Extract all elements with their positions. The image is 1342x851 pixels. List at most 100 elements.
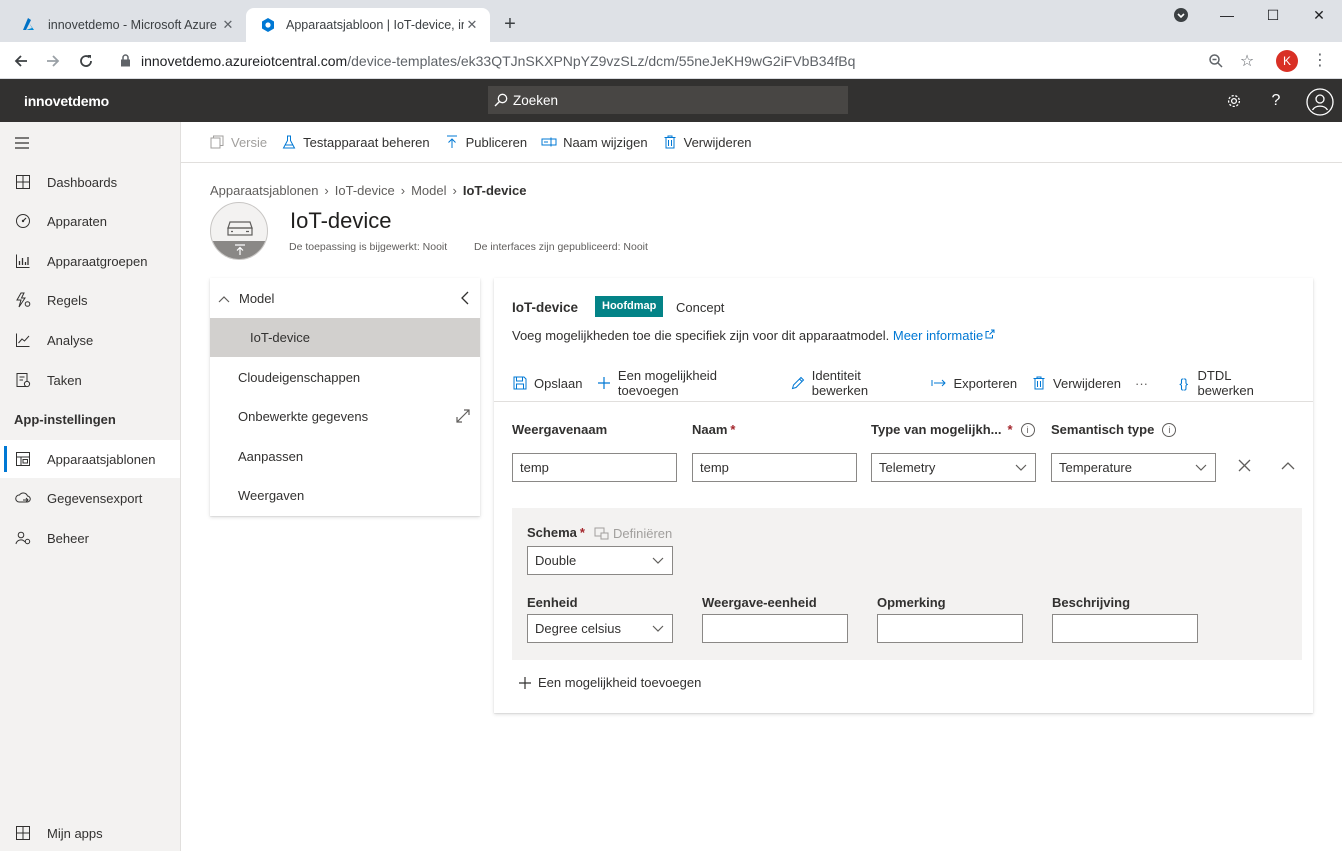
edit-identity-label: Identiteit bewerken [811, 368, 869, 398]
azure-logo-icon [22, 18, 38, 32]
tab-search-icon[interactable] [1158, 0, 1204, 30]
profile-avatar[interactable]: K [1276, 50, 1298, 72]
more-options-button[interactable]: ··· [1135, 376, 1148, 391]
more-info-link[interactable]: Meer informatie [893, 328, 995, 343]
tree-item-model[interactable]: Model [210, 279, 480, 318]
remove-capability-close-icon[interactable] [1238, 459, 1251, 472]
expand-icon[interactable] [456, 409, 470, 423]
capability-type-dropdown[interactable]: Telemetry [871, 453, 1036, 482]
delete-label: Verwijderen [1053, 375, 1121, 391]
nav-item-data-export[interactable]: Gegevensexport [0, 479, 180, 517]
help-icon[interactable]: ? [1265, 90, 1287, 112]
chevron-up-icon [218, 295, 230, 303]
app-header: innovetdemo Zoeken ? [0, 79, 1342, 122]
tree-item-cloud-properties[interactable]: Cloudeigenschappen [210, 358, 480, 397]
publish-button[interactable]: Publiceren [444, 134, 527, 150]
forward-arrow-icon[interactable] [42, 50, 64, 72]
add-capability-footer-button[interactable]: Een mogelijkheid toevoegen [518, 675, 701, 690]
reload-icon[interactable] [75, 50, 97, 72]
breadcrumb-item[interactable]: Model [411, 183, 446, 198]
semantic-type-dropdown[interactable]: Temperature [1051, 453, 1216, 482]
collapse-capability-chevron-up-icon[interactable] [1281, 461, 1295, 470]
bookmark-star-icon[interactable]: ☆ [1236, 50, 1258, 72]
nav-item-device-templates[interactable]: Apparaatsjablonen [0, 440, 180, 478]
address-bar[interactable]: innovetdemo.azureiotcentral.com/device-t… [110, 46, 1268, 75]
name-input[interactable]: temp [692, 453, 857, 482]
define-button[interactable]: Definiëren [594, 526, 672, 541]
app-name[interactable]: innovetdemo [24, 93, 109, 109]
nav-item-my-apps[interactable]: Mijn apps [0, 814, 180, 851]
nav-item-dashboards[interactable]: Dashboards [0, 163, 180, 201]
close-window-icon[interactable]: ✕ [1296, 0, 1342, 30]
description-input[interactable] [1052, 614, 1198, 643]
back-arrow-icon[interactable] [10, 50, 32, 72]
chevron-right-icon: › [400, 183, 406, 198]
minimize-icon[interactable]: — [1204, 0, 1250, 30]
save-label: Opslaan [534, 375, 583, 391]
nav-label: Apparaatgroepen [47, 253, 148, 269]
tree-item-customize[interactable]: Aanpassen [210, 437, 480, 476]
unit-label: Eenheid [527, 595, 578, 610]
nav-label: Regels [47, 292, 88, 308]
close-icon[interactable]: ✕ [464, 17, 480, 33]
browser-tab-device-template[interactable]: Apparaatsjabloon | IoT-device, in ✕ [246, 8, 490, 42]
nav-item-rules[interactable]: Regels [0, 281, 180, 319]
info-icon[interactable]: i [1162, 422, 1177, 437]
edit-identity-button[interactable]: Identiteit bewerken [790, 368, 917, 398]
add-capability-button[interactable]: Een mogelijkheid toevoegen [596, 368, 776, 398]
device-template-image[interactable] [210, 202, 268, 260]
nav-item-jobs[interactable]: Taken [0, 361, 180, 399]
dashboard-icon [14, 173, 32, 191]
chevron-down-icon [1015, 464, 1027, 472]
comment-label: Opmerking [877, 595, 946, 610]
export-button[interactable]: Exporteren [931, 375, 1017, 391]
chevron-down-icon [1195, 464, 1207, 472]
card-description: Voeg mogelijkheden toe die specifiek zij… [512, 328, 995, 343]
nav-label: Apparaatsjablonen [47, 451, 156, 467]
breadcrumb-item[interactable]: Apparaatsjablonen [210, 183, 318, 198]
schema-dropdown[interactable]: Double [527, 546, 673, 575]
zoom-icon[interactable] [1205, 50, 1227, 72]
nav-item-analytics[interactable]: Analyse [0, 321, 180, 359]
display-unit-input[interactable] [702, 614, 848, 643]
browser-menu-icon[interactable]: ⋮ [1312, 50, 1328, 72]
root-badge: Hoofdmap [595, 296, 664, 317]
manage-test-device-label: Testapparaat beheren [303, 134, 430, 150]
close-icon[interactable]: ✕ [220, 17, 236, 33]
nav-item-administration[interactable]: Beheer [0, 519, 180, 557]
tree-item-views[interactable]: Weergaven [210, 476, 480, 515]
dropdown-value: Degree celsius [535, 621, 621, 636]
manage-test-device-button[interactable]: Testapparaat beheren [281, 134, 430, 150]
chevron-right-icon: › [452, 183, 457, 198]
nav-item-devices[interactable]: Apparaten [0, 202, 180, 240]
hamburger-menu-icon[interactable] [14, 136, 30, 150]
tree-item-raw-data[interactable]: Onbewerkte gegevens [210, 397, 480, 436]
nav-item-device-groups[interactable]: Apparaatgroepen [0, 242, 180, 280]
upload-image-band[interactable] [211, 241, 267, 259]
unit-dropdown[interactable]: Degree celsius [527, 614, 673, 643]
edit-dtdl-button[interactable]: {} DTDL bewerken [1176, 368, 1288, 398]
delete-button[interactable]: Verwijderen [662, 134, 752, 150]
version-button[interactable]: Versie [209, 134, 267, 150]
browser-tab-azure[interactable]: innovetdemo - Microsoft Azure ✕ [8, 8, 246, 42]
rename-button[interactable]: Naam wijzigen [541, 134, 648, 150]
info-icon[interactable]: i [1020, 422, 1035, 437]
card-delete-button[interactable]: Verwijderen [1031, 375, 1121, 391]
divider [494, 401, 1313, 402]
maximize-icon[interactable]: ☐ [1250, 0, 1296, 30]
search-box[interactable]: Zoeken [488, 86, 848, 114]
define-icon [594, 527, 609, 540]
display-name-input[interactable]: temp [512, 453, 677, 482]
account-icon[interactable] [1305, 87, 1335, 117]
tree-item-interface[interactable]: IoT-device [210, 318, 480, 357]
tab-title: innovetdemo - Microsoft Azure [48, 18, 217, 32]
settings-gear-icon[interactable] [1223, 90, 1245, 112]
new-tab-button[interactable]: + [500, 14, 520, 34]
rules-icon [14, 291, 32, 309]
save-button[interactable]: Opslaan [512, 375, 582, 391]
comment-input[interactable] [877, 614, 1023, 643]
breadcrumb-item[interactable]: IoT-device [335, 183, 395, 198]
collapse-panel-chevron-left-icon[interactable] [460, 291, 469, 305]
publish-label: Publiceren [465, 134, 528, 150]
add-capability-label: Een mogelijkheid toevoegen [538, 675, 702, 690]
